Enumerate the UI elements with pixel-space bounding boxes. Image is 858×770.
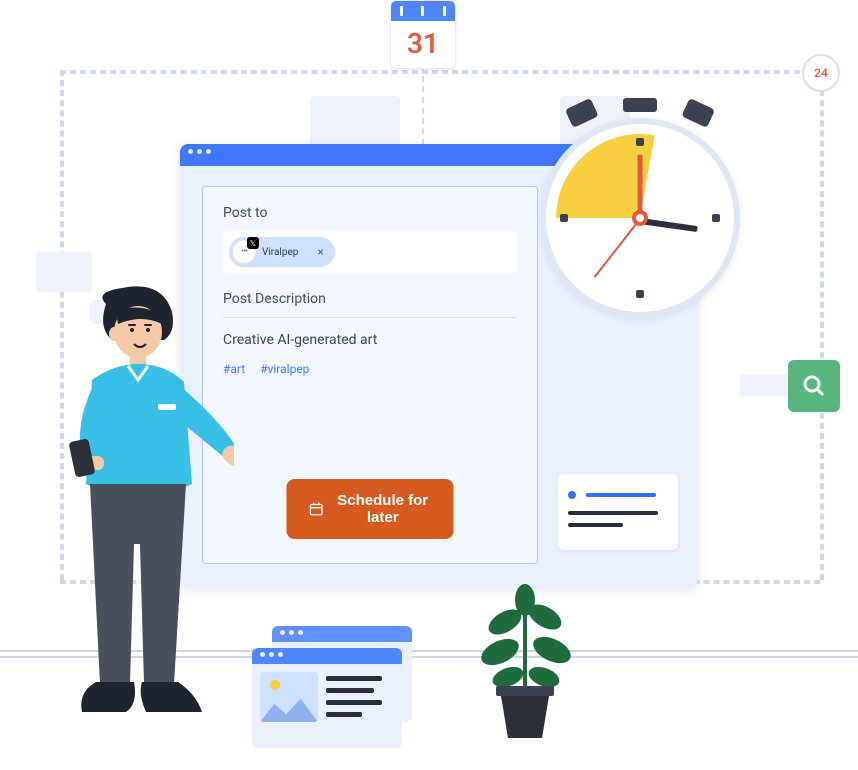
window-controls-icon	[260, 652, 283, 657]
decorative-dashed-line	[60, 70, 820, 74]
hashtag[interactable]: #viralpep	[260, 362, 309, 376]
decorative-dashed-line	[820, 70, 824, 580]
clock-center-icon	[632, 210, 648, 226]
post-description-label: Post Description	[223, 291, 517, 307]
post-description-text[interactable]: Creative AI-generated art	[223, 332, 517, 348]
image-thumbnail-icon	[260, 672, 318, 722]
divider	[223, 317, 517, 318]
preview-line	[568, 523, 623, 527]
text-line	[326, 676, 382, 681]
account-name: Viralpep	[262, 247, 298, 258]
bullet-icon	[568, 491, 576, 499]
media-cards-illustration	[252, 626, 422, 746]
window-controls-icon	[280, 630, 303, 635]
plant-illustration	[460, 572, 590, 742]
hashtag-list: #art #viralpep	[223, 362, 517, 376]
schedule-button-label: Schedule for later	[334, 492, 432, 526]
calendar-icon	[391, 1, 455, 21]
stopwatch-button-icon	[565, 98, 599, 128]
clock-face	[540, 118, 740, 318]
window-tab	[310, 96, 400, 144]
search-icon	[802, 374, 826, 398]
account-avatar: ••• 𝕏	[232, 240, 256, 264]
person-illustration	[34, 284, 234, 744]
post-preview-card	[558, 474, 678, 550]
post-to-label: Post to	[223, 205, 517, 221]
stopwatch-button-icon	[681, 98, 715, 128]
stopwatch-crown-icon	[623, 98, 657, 112]
media-card	[252, 648, 402, 748]
24-hour-label: 24	[814, 66, 828, 80]
search-rail	[740, 374, 788, 396]
calendar-day-number: 31	[391, 21, 455, 68]
stopwatch-illustration	[530, 100, 750, 340]
account-chip[interactable]: ••• 𝕏 Viralpep ×	[229, 237, 335, 267]
calendar-icon	[309, 499, 324, 519]
24-hour-badge: 24	[802, 54, 840, 92]
text-line	[326, 688, 374, 693]
x-twitter-icon: 𝕏	[247, 237, 259, 249]
calendar-date-badge: 31	[390, 0, 456, 69]
search-button[interactable]	[788, 360, 840, 412]
schedule-for-later-button[interactable]: Schedule for later	[287, 479, 454, 539]
account-selector[interactable]: ••• 𝕏 Viralpep ×	[223, 231, 517, 273]
remove-account-button[interactable]: ×	[314, 245, 326, 259]
window-controls-icon	[188, 149, 211, 154]
text-line	[326, 712, 362, 717]
compose-panel: Post to ••• 𝕏 Viralpep × Post Descriptio…	[202, 186, 538, 564]
text-line	[326, 700, 382, 705]
preview-line	[568, 511, 658, 515]
preview-line	[586, 493, 656, 497]
